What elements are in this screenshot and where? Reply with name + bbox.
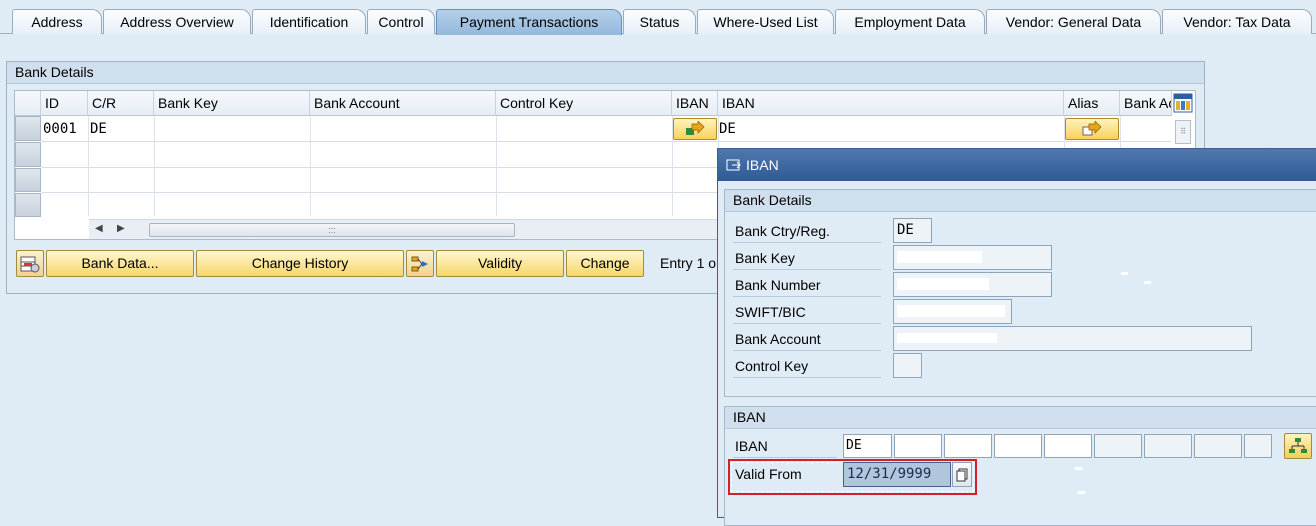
bank-country-label: Bank Ctry/Reg. xyxy=(735,223,830,239)
iban-part-5[interactable] xyxy=(1044,434,1092,458)
column-layout-icon[interactable] xyxy=(1173,93,1193,113)
valid-from-field[interactable]: 12/31/9999 xyxy=(843,462,951,487)
tab-identification[interactable]: Identification xyxy=(252,9,366,34)
copy-icon xyxy=(956,468,968,481)
column-header-id[interactable]: ID xyxy=(41,91,88,116)
control-key-field[interactable] xyxy=(893,353,922,378)
bank-key-redacted[interactable] xyxy=(158,122,236,134)
column-header-alias[interactable]: Alias xyxy=(1064,91,1120,116)
column-header-bank-account[interactable]: Bank Account xyxy=(310,91,496,116)
dialog-bank-details-title: Bank Details xyxy=(725,190,1316,212)
row-id[interactable]: 0001 xyxy=(43,117,77,141)
copy-date-button[interactable] xyxy=(952,462,972,487)
column-header-iban-button[interactable]: IBAN xyxy=(672,91,718,116)
scroll-thumb[interactable]: ::: xyxy=(149,223,515,237)
iban-row-button[interactable] xyxy=(673,118,717,140)
iban-redacted[interactable] xyxy=(738,124,941,136)
column-header-cr[interactable]: C/R xyxy=(88,91,154,116)
iban-part-2[interactable] xyxy=(894,434,942,458)
iban-part-3[interactable] xyxy=(944,434,992,458)
iban-part-6[interactable] xyxy=(1094,434,1142,458)
tab-where-used-list[interactable]: Where-Used List xyxy=(697,9,834,34)
alias-arrow-icon xyxy=(1082,121,1102,136)
bank-key-label: Bank Key xyxy=(735,250,795,266)
iban-part-9[interactable] xyxy=(1244,434,1272,458)
iban-part-4[interactable] xyxy=(994,434,1042,458)
bank-details-title: Bank Details xyxy=(7,62,1204,84)
change-history-button[interactable]: Change History xyxy=(196,250,404,277)
row-selector[interactable] xyxy=(15,116,41,141)
bank-account-field[interactable] xyxy=(893,326,1252,351)
alias-row-button[interactable] xyxy=(1065,118,1119,140)
iban-label: IBAN xyxy=(735,438,768,454)
hierarchy-icon xyxy=(411,256,428,271)
dialog-iban-title: IBAN xyxy=(725,407,1316,429)
bank-account-label: Bank Account xyxy=(735,331,821,347)
swift-bic-field[interactable] xyxy=(893,299,1012,324)
vertical-scroll-handle[interactable]: ⠿ xyxy=(1175,120,1191,144)
tab-vendor-tax-data[interactable]: Vendor: Tax Data xyxy=(1162,9,1312,34)
column-header-bank-key[interactable]: Bank Key xyxy=(154,91,310,116)
tab-address[interactable]: Address xyxy=(12,9,102,34)
dialog-title: IBAN xyxy=(746,157,779,173)
row-selector[interactable] xyxy=(15,168,41,192)
valid-from-label: Valid From xyxy=(735,466,802,482)
hierarchy-button[interactable] xyxy=(406,250,434,277)
change-button[interactable]: Change xyxy=(566,250,644,277)
dialog-window-icon xyxy=(726,159,741,171)
bank-number-label: Bank Number xyxy=(735,277,821,293)
column-header-control-key[interactable]: Control Key xyxy=(496,91,672,116)
scroll-left-icon[interactable]: ◀ xyxy=(95,223,103,234)
iban-part-8[interactable] xyxy=(1194,434,1242,458)
tab-status[interactable]: Status xyxy=(623,9,696,34)
table-delete-icon xyxy=(20,256,40,272)
bank-country-field[interactable]: DE xyxy=(893,218,932,243)
iban-part-1[interactable]: DE xyxy=(843,434,892,458)
row-selector[interactable] xyxy=(15,193,41,217)
scroll-right-icon[interactable]: ▶ xyxy=(117,223,125,234)
bank-key-field[interactable] xyxy=(893,245,1052,270)
column-header-bank-acct-holder[interactable]: Bank Ac xyxy=(1120,91,1172,116)
bank-data-button[interactable]: Bank Data... xyxy=(46,250,194,277)
iban-structure-button[interactable] xyxy=(1284,433,1312,459)
swift-bic-label: SWIFT/BIC xyxy=(735,304,806,320)
tree-structure-icon xyxy=(1289,438,1307,453)
tab-control[interactable]: Control xyxy=(367,9,435,34)
iban-arrow-icon xyxy=(686,121,705,135)
validity-button[interactable]: Validity xyxy=(436,250,564,277)
entry-counter: Entry 1 o xyxy=(660,255,717,271)
tab-address-overview[interactable]: Address Overview xyxy=(103,9,251,34)
dialog-title-bar[interactable]: IBAN xyxy=(718,149,1316,181)
row-country[interactable]: DE xyxy=(90,117,107,141)
select-all-cell[interactable] xyxy=(15,91,41,116)
bank-number-field[interactable] xyxy=(893,272,1052,297)
column-header-iban[interactable]: IBAN xyxy=(718,91,1064,116)
row-iban-prefix[interactable]: DE xyxy=(719,117,736,141)
bank-account-redacted[interactable] xyxy=(313,124,413,136)
row-selector[interactable] xyxy=(15,142,41,167)
tab-employment-data[interactable]: Employment Data xyxy=(835,9,985,34)
tab-vendor-general-data[interactable]: Vendor: General Data xyxy=(986,9,1161,34)
delete-row-button[interactable] xyxy=(16,250,44,277)
tab-payment-transactions[interactable]: Payment Transactions xyxy=(436,9,622,35)
tab-strip: Address Address Overview Identification … xyxy=(0,0,1316,35)
iban-part-7[interactable] xyxy=(1144,434,1192,458)
control-key-label: Control Key xyxy=(735,358,809,374)
